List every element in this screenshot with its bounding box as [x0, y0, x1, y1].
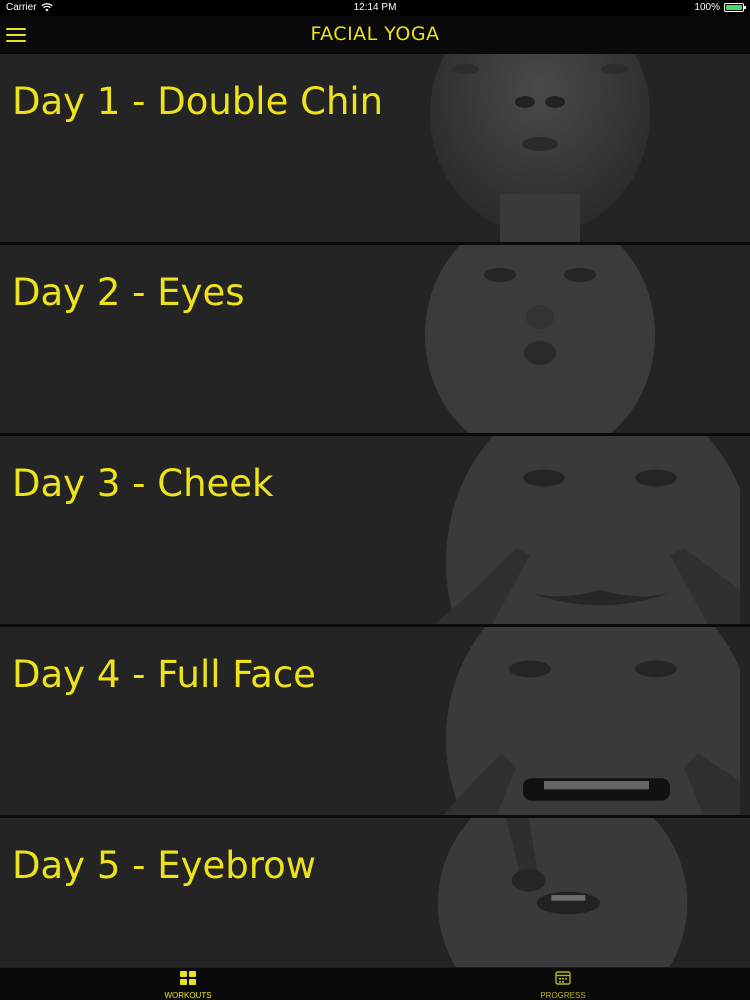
- status-bar: Carrier 12:14 PM 100%: [0, 0, 750, 16]
- face-photo-eyes: [425, 245, 655, 433]
- calendar-icon: [555, 971, 571, 985]
- workout-list: Day 1 - Double Chin Day 2 - Eyes Day 3 -…: [0, 54, 750, 967]
- battery-icon: [724, 3, 746, 12]
- workout-item-day-2[interactable]: Day 2 - Eyes: [0, 245, 750, 433]
- navigation-bar: FACIAL YOGA: [0, 16, 750, 54]
- face-photo-cheek: [434, 436, 740, 624]
- tab-label: WORKOUTS: [164, 991, 212, 1000]
- tab-bar: WORKOUTS PROGRESS: [0, 967, 750, 1000]
- face-photo-full-face: [443, 627, 740, 815]
- tab-progress[interactable]: PROGRESS: [503, 970, 623, 1000]
- face-photo-chin: [430, 54, 650, 242]
- workout-item-day-4[interactable]: Day 4 - Full Face: [0, 627, 750, 815]
- battery-percent: 100%: [694, 2, 720, 13]
- face-photo-eyebrow: [438, 818, 688, 967]
- workout-item-day-3[interactable]: Day 3 - Cheek: [0, 436, 750, 624]
- status-time: 12:14 PM: [353, 2, 397, 13]
- status-right: 100%: [694, 2, 746, 13]
- page-title: FACIAL YOGA: [310, 23, 440, 45]
- grid-icon: [180, 971, 196, 985]
- tab-workouts[interactable]: WORKOUTS: [128, 970, 248, 1000]
- workout-item-day-5[interactable]: Day 5 - Eyebrow: [0, 818, 750, 967]
- workout-title: Day 2 - Eyes: [12, 271, 245, 314]
- tab-label: PROGRESS: [540, 991, 586, 1000]
- workout-title: Day 1 - Double Chin: [12, 80, 384, 123]
- workout-title: Day 4 - Full Face: [12, 653, 316, 696]
- workout-title: Day 5 - Eyebrow: [12, 844, 317, 887]
- workout-title: Day 3 - Cheek: [12, 462, 274, 505]
- workout-item-day-1[interactable]: Day 1 - Double Chin: [0, 54, 750, 242]
